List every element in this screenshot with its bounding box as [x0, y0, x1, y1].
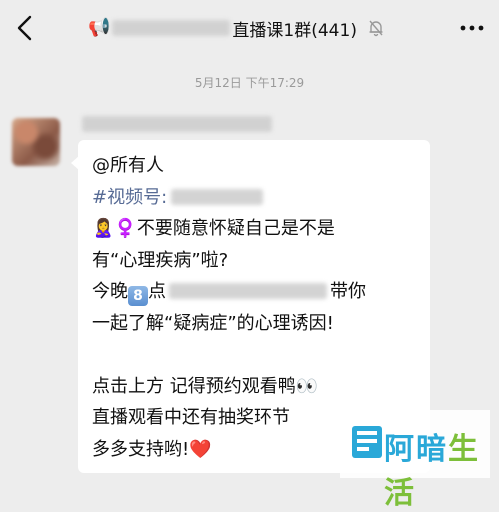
message-line: 今晚 8 点带你 [92, 281, 366, 306]
message-line: @所有人 [92, 155, 164, 176]
heart-icon: ❤️ [189, 438, 212, 460]
chevron-left-icon[interactable] [14, 14, 38, 42]
message-line: 一起了解“疑病症”的心理诱因! [92, 312, 334, 334]
redacted-group-name [112, 20, 231, 36]
message-line [92, 339, 416, 371]
more-icon[interactable] [459, 18, 485, 38]
message-line: #视频号: [92, 182, 416, 214]
message-line: 点击上方 记得预约观看鸭👀 [92, 375, 319, 397]
keycap-emoji: 8 [128, 286, 148, 306]
redacted-text [169, 283, 327, 299]
message-line: 有“心理疾病”啦? [92, 249, 229, 271]
watermark-text: 阿暗生活 [384, 432, 480, 511]
megaphone-icon: 📢 [88, 17, 111, 38]
hashtag-link[interactable]: #视频号: [92, 187, 167, 208]
watermark-logo: 阿暗生活 [340, 410, 490, 511]
redacted-sender-name [82, 116, 272, 132]
mute-bell-icon [369, 20, 383, 37]
message-line: 🙎‍♀️♀️不要随意怀疑自己是不是 [92, 218, 335, 239]
group-title: 直播课1群(441) [232, 20, 357, 41]
avatar[interactable] [12, 118, 60, 166]
book-icon [352, 426, 382, 458]
message-timestamp: 5月12日 下午17:29 [194, 76, 305, 90]
chat-title: 📢 直播课1群(441) [88, 14, 385, 42]
redacted-channel-name [171, 188, 264, 205]
chat-header: 📢 直播课1群(441) [0, 0, 499, 56]
